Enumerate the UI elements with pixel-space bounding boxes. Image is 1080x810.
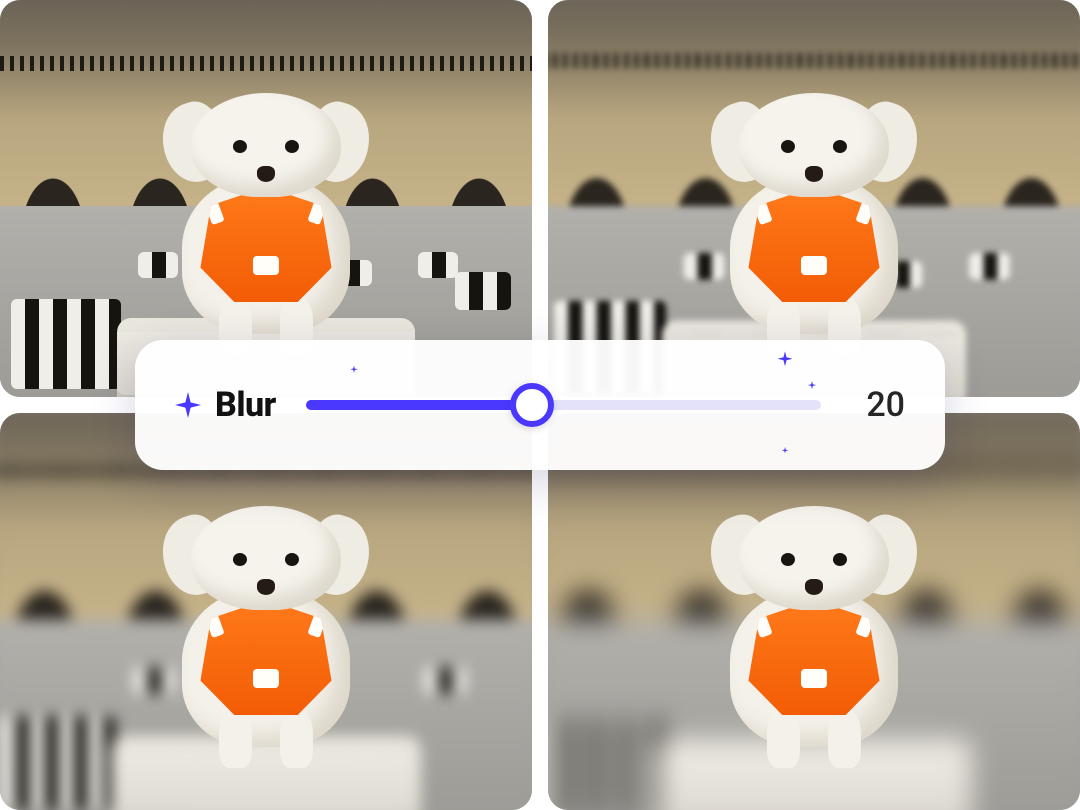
slider-fill: [306, 400, 533, 410]
sparkle-icon: [776, 351, 794, 373]
subject-dog: [149, 87, 383, 349]
sparkle-icon: [781, 447, 789, 457]
slider-value: 20: [851, 385, 905, 425]
sparkle-icon: [175, 392, 201, 418]
preview-tile: [548, 413, 1080, 810]
slider-thumb[interactable]: [510, 383, 554, 427]
sparkle-icon: [807, 381, 817, 393]
preview-tile: [0, 0, 532, 397]
subject-dog: [697, 500, 931, 762]
preview-tile: [548, 0, 1080, 397]
slider-label: Blur: [215, 385, 276, 425]
slider-label-group: Blur: [175, 385, 276, 425]
preview-tile: [0, 413, 532, 810]
blur-slider[interactable]: [306, 400, 821, 410]
blur-slider-panel: Blur 20: [135, 340, 945, 470]
subject-dog: [697, 87, 931, 349]
sparkle-icon: [350, 366, 359, 377]
subject-dog: [149, 500, 383, 762]
